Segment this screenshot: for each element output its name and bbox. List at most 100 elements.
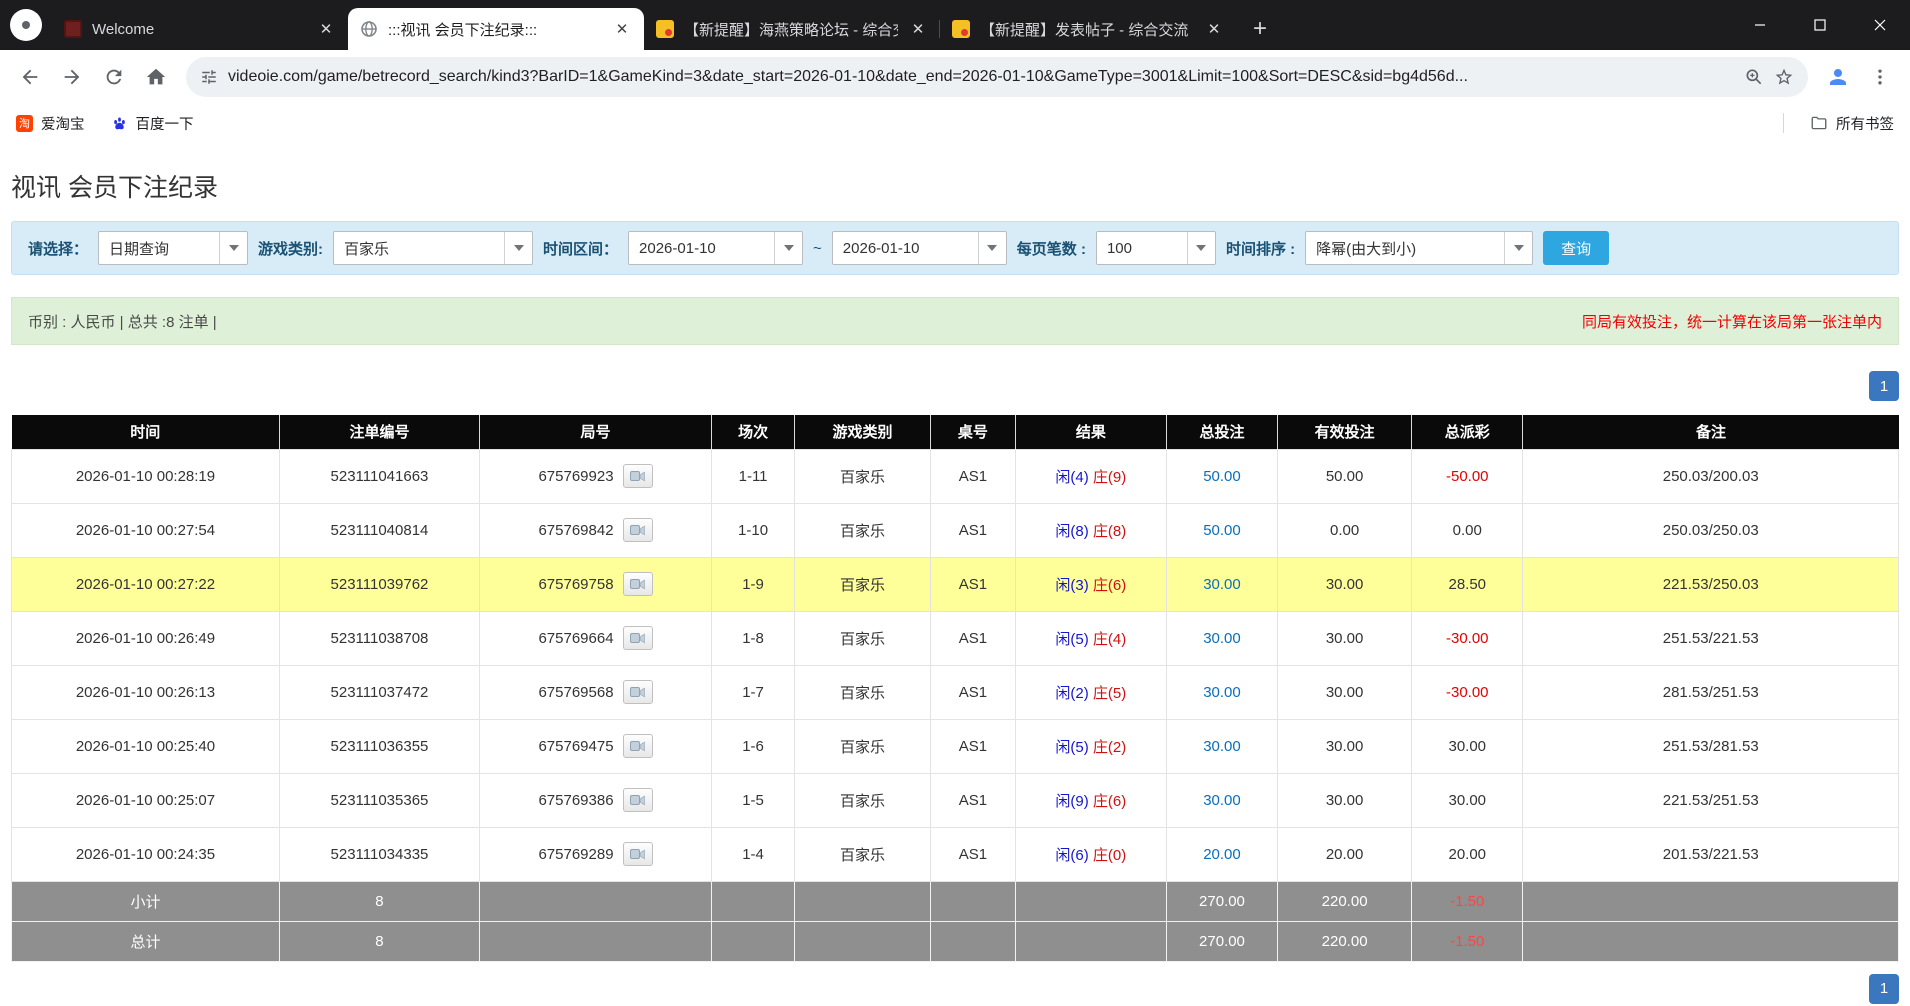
- site-settings-icon[interactable]: [200, 68, 218, 86]
- query-type-select[interactable]: 日期查询: [98, 231, 248, 265]
- date-range-tilde: ~: [813, 240, 822, 257]
- bookmark-aitaobao[interactable]: 淘 爱淘宝: [16, 113, 85, 134]
- payout-value: -30.00: [1446, 684, 1489, 701]
- tab-search-icon: [22, 21, 30, 29]
- date-end-select[interactable]: 2026-01-10: [832, 231, 1007, 265]
- column-header: 时间: [12, 415, 280, 449]
- new-tab-button[interactable]: +: [1244, 13, 1276, 45]
- menu-icon[interactable]: [1860, 57, 1900, 97]
- total-bet-link[interactable]: 30.00: [1203, 684, 1241, 701]
- cell-table-no: AS1: [930, 827, 1015, 881]
- cell-table-no: AS1: [930, 719, 1015, 773]
- round-number: 675769923: [538, 468, 613, 485]
- total-bet-link[interactable]: 20.00: [1203, 846, 1241, 863]
- cell-session: 1-4: [712, 827, 795, 881]
- date-start-select[interactable]: 2026-01-10: [628, 231, 803, 265]
- tab-welcome[interactable]: Welcome ✕: [52, 8, 348, 50]
- pagination-bottom: 1: [11, 974, 1899, 1004]
- bet-records-table: 时间注单编号局号场次游戏类别桌号结果总投注有效投注总派彩备注 2026-01-1…: [11, 415, 1899, 962]
- replay-video-button[interactable]: [623, 842, 653, 866]
- cell-result: 闲(8) 庄(8): [1015, 503, 1166, 557]
- cell-time: 2026-01-10 00:27:22: [12, 557, 280, 611]
- tab-close-icon[interactable]: ✕: [1204, 19, 1224, 39]
- chevron-down-icon: [978, 232, 1006, 264]
- cell-payout: -50.00: [1412, 449, 1523, 503]
- tab-title: :::视讯 会员下注纪录:::: [388, 19, 602, 40]
- cell-remark: 250.03/250.03: [1523, 503, 1899, 557]
- cell-session: 1-7: [712, 665, 795, 719]
- cell-total-bet: 50.00: [1166, 503, 1277, 557]
- page-1-button[interactable]: 1: [1869, 371, 1899, 401]
- banker-result: 庄(8): [1093, 523, 1126, 540]
- date-range-label: 时间区间：: [543, 238, 618, 259]
- maximize-button[interactable]: [1790, 0, 1850, 50]
- tab-forum-post[interactable]: 【新提醒】发表帖子 - 综合交流 ✕: [940, 8, 1236, 50]
- tab-title: Welcome: [92, 21, 306, 38]
- sort-select[interactable]: 降幂(由大到小): [1305, 231, 1533, 265]
- forum-favicon: [656, 20, 674, 38]
- cell-game-type: 百家乐: [795, 719, 931, 773]
- home-button[interactable]: [136, 57, 176, 97]
- replay-video-button[interactable]: [623, 518, 653, 542]
- page-content: 视讯 会员下注纪录 请选择： 日期查询 游戏类别: 百家乐 时间区间： 2026…: [0, 168, 1910, 1004]
- cell-payout: 0.00: [1412, 503, 1523, 557]
- replay-video-button[interactable]: [623, 626, 653, 650]
- search-button[interactable]: 查询: [1543, 231, 1609, 265]
- footer-count: 8: [279, 881, 479, 921]
- forward-button[interactable]: [52, 57, 92, 97]
- player-result: 闲(6): [1055, 847, 1088, 864]
- banker-result: 庄(6): [1093, 577, 1126, 594]
- tab-close-icon[interactable]: ✕: [316, 19, 336, 39]
- total-bet-link[interactable]: 30.00: [1203, 630, 1241, 647]
- page-1-button[interactable]: 1: [1869, 974, 1899, 1004]
- replay-video-button[interactable]: [623, 464, 653, 488]
- back-button[interactable]: [10, 57, 50, 97]
- cell-valid-bet: 20.00: [1278, 827, 1412, 881]
- total-bet-link[interactable]: 30.00: [1203, 738, 1241, 755]
- cell-total-bet: 30.00: [1166, 773, 1277, 827]
- filter-bar: 请选择： 日期查询 游戏类别: 百家乐 时间区间： 2026-01-10 ~ 2…: [11, 221, 1899, 275]
- bookmark-star-icon[interactable]: [1774, 67, 1794, 87]
- reload-button[interactable]: [94, 57, 134, 97]
- all-bookmarks-button[interactable]: 所有书签: [1810, 113, 1894, 134]
- tab-close-icon[interactable]: ✕: [908, 19, 928, 39]
- replay-video-button[interactable]: [623, 734, 653, 758]
- payout-value: 30.00: [1448, 792, 1486, 809]
- tab-search-button[interactable]: [10, 9, 42, 41]
- total-bet-link[interactable]: 50.00: [1203, 522, 1241, 539]
- replay-video-button[interactable]: [623, 788, 653, 812]
- tab-forum-haiyan[interactable]: 【新提醒】海燕策略论坛 - 综合交 ✕: [644, 8, 940, 50]
- player-result: 闲(8): [1055, 523, 1088, 540]
- cell-time: 2026-01-10 00:27:54: [12, 503, 280, 557]
- close-button[interactable]: [1850, 0, 1910, 50]
- currency-summary: 币别 : 人民币 | 总共 :8 注单 |: [28, 311, 217, 332]
- footer-payout: -1.50: [1412, 921, 1523, 961]
- bookmark-baidu[interactable]: 百度一下: [111, 113, 194, 134]
- cell-remark: 251.53/281.53: [1523, 719, 1899, 773]
- profile-avatar[interactable]: [1818, 57, 1858, 97]
- replay-video-button[interactable]: [623, 572, 653, 596]
- replay-video-button[interactable]: [623, 680, 653, 704]
- zoom-icon[interactable]: [1744, 67, 1764, 87]
- table-row: 2026-01-10 00:27:22523111039762675769758…: [12, 557, 1899, 611]
- total-bet-link[interactable]: 30.00: [1203, 792, 1241, 809]
- page-title: 视讯 会员下注纪录: [11, 168, 1899, 204]
- sort-value: 降幂(由大到小): [1306, 238, 1504, 259]
- baidu-paw-icon: [111, 115, 128, 132]
- cell-valid-bet: 0.00: [1278, 503, 1412, 557]
- tab-bet-records[interactable]: :::视讯 会员下注纪录::: ✕: [348, 8, 644, 50]
- summary-bar: 币别 : 人民币 | 总共 :8 注单 | 同局有效投注，统一计算在该局第一张注…: [11, 297, 1899, 345]
- per-page-select[interactable]: 100: [1096, 231, 1216, 265]
- minimize-button[interactable]: [1730, 0, 1790, 50]
- table-row: 2026-01-10 00:25:07523111035365675769386…: [12, 773, 1899, 827]
- total-bet-link[interactable]: 30.00: [1203, 576, 1241, 593]
- taobao-icon: 淘: [16, 115, 33, 132]
- game-type-select[interactable]: 百家乐: [333, 231, 533, 265]
- table-row: 2026-01-10 00:24:35523111034335675769289…: [12, 827, 1899, 881]
- cell-result: 闲(5) 庄(2): [1015, 719, 1166, 773]
- cell-bet-id: 523111040814: [279, 503, 479, 557]
- omnibox[interactable]: [186, 57, 1808, 97]
- total-bet-link[interactable]: 50.00: [1203, 468, 1241, 485]
- tab-close-icon[interactable]: ✕: [612, 19, 632, 39]
- url-input[interactable]: [228, 68, 1734, 86]
